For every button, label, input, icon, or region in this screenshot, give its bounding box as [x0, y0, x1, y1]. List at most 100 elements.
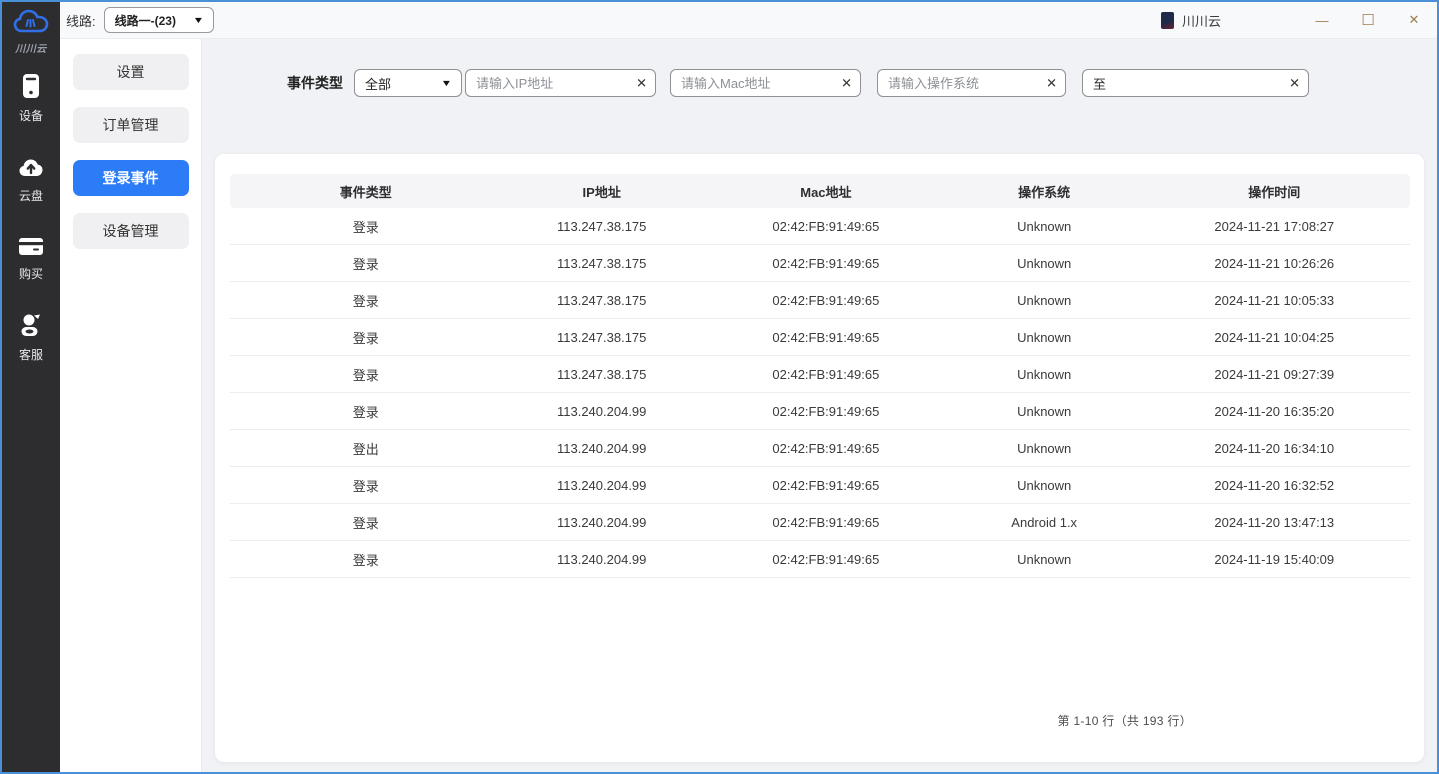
table-row: 登录 113.240.204.99 02:42:FB:91:49:65 Andr…: [230, 504, 1410, 541]
rail-item-label: 购买: [19, 265, 43, 282]
table-cell: 113.240.204.99: [501, 552, 702, 567]
table-cell: 2024-11-20 16:35:20: [1139, 404, 1410, 419]
app-window-icon: [1161, 12, 1174, 29]
event-type-label: 事件类型: [287, 73, 343, 93]
col-event-type: 事件类型: [230, 182, 501, 201]
titlebar: 线路: 线路一-(23) ▼ 川川云 — ☐ ✕: [60, 2, 1437, 39]
ip-input[interactable]: [465, 69, 656, 97]
table-cell: Unknown: [950, 404, 1139, 419]
table-cell: 02:42:FB:91:49:65: [702, 478, 950, 493]
rail-item-label: 设备: [19, 107, 43, 124]
table-cell: 2024-11-21 17:08:27: [1139, 219, 1410, 234]
window-title: 川川云: [1182, 11, 1221, 30]
sidebar-item-device-management[interactable]: 设备管理: [73, 213, 189, 249]
rail-item-label: 客服: [19, 346, 43, 363]
app-window: 川川云 设备 云: [0, 0, 1439, 774]
line-select-value: 线路一-(23): [115, 12, 176, 29]
table-row: 登录 113.247.38.175 02:42:FB:91:49:65 Unkn…: [230, 208, 1410, 245]
ip-filter-field: ✕: [465, 69, 656, 97]
table-cell: 113.240.204.99: [501, 478, 702, 493]
table-row: 登录 113.247.38.175 02:42:FB:91:49:65 Unkn…: [230, 282, 1410, 319]
col-os: 操作系统: [950, 182, 1139, 201]
line-select[interactable]: 线路一-(23) ▼: [104, 7, 214, 33]
logo-text: 川川云: [15, 40, 47, 55]
table-cell: 02:42:FB:91:49:65: [702, 219, 950, 234]
line-label: 线路:: [66, 11, 96, 30]
event-type-select[interactable]: 全部 ▼: [354, 69, 462, 97]
table-cell: Unknown: [950, 367, 1139, 382]
table-cell: 2024-11-21 10:26:26: [1139, 256, 1410, 271]
table-cell: Unknown: [950, 441, 1139, 456]
table-cell: 113.247.38.175: [501, 330, 702, 345]
table-cell: 2024-11-19 15:40:09: [1139, 552, 1410, 567]
credit-card-icon: [18, 235, 44, 262]
cloud-logo-icon: [13, 7, 49, 39]
table-cell: 2024-11-21 09:27:39: [1139, 367, 1410, 382]
table-card: 事件类型 IP地址 Mac地址 操作系统 操作时间 登录 113.247.38.…: [215, 154, 1424, 762]
table-cell: Unknown: [950, 330, 1139, 345]
rail-item-support[interactable]: 客服: [18, 313, 44, 363]
rail-item-label: 云盘: [19, 187, 43, 204]
chevron-down-icon: ▼: [441, 78, 453, 88]
table-cell: 113.247.38.175: [501, 293, 702, 308]
sidebar-item-orders[interactable]: 订单管理: [73, 107, 189, 143]
table-header: 事件类型 IP地址 Mac地址 操作系统 操作时间: [230, 174, 1410, 208]
rail-item-cloud-disk[interactable]: 云盘: [18, 155, 44, 204]
table-row: 登录 113.240.204.99 02:42:FB:91:49:65 Unkn…: [230, 467, 1410, 504]
support-icon: [18, 313, 44, 343]
table-cell: 2024-11-21 10:04:25: [1139, 330, 1410, 345]
date-input[interactable]: [1082, 69, 1309, 97]
table-cell: Unknown: [950, 219, 1139, 234]
table-cell: 登录: [230, 328, 501, 347]
minimize-button[interactable]: —: [1299, 2, 1345, 39]
col-mac: Mac地址: [702, 182, 950, 201]
mac-filter-field: ✕: [670, 69, 861, 97]
rail-item-purchase[interactable]: 购买: [18, 235, 44, 282]
table-cell: 2024-11-20 13:47:13: [1139, 515, 1410, 530]
table-cell: 113.247.38.175: [501, 219, 702, 234]
table-cell: 02:42:FB:91:49:65: [702, 256, 950, 271]
rail-item-devices[interactable]: 设备: [19, 73, 43, 124]
table-cell: 02:42:FB:91:49:65: [702, 441, 950, 456]
table-body: 登录 113.247.38.175 02:42:FB:91:49:65 Unkn…: [230, 208, 1410, 578]
clear-ip-icon[interactable]: ✕: [636, 77, 647, 90]
left-rail: 川川云 设备 云: [2, 2, 60, 772]
sidebar-item-settings[interactable]: 设置: [73, 54, 189, 90]
clear-mac-icon[interactable]: ✕: [841, 77, 852, 90]
clear-date-icon[interactable]: ✕: [1289, 77, 1300, 90]
table-cell: 02:42:FB:91:49:65: [702, 552, 950, 567]
events-table: 事件类型 IP地址 Mac地址 操作系统 操作时间 登录 113.247.38.…: [230, 174, 1410, 578]
table-cell: 113.240.204.99: [501, 515, 702, 530]
table-row: 登录 113.240.204.99 02:42:FB:91:49:65 Unkn…: [230, 541, 1410, 578]
chevron-down-icon: ▼: [192, 15, 204, 25]
app-logo: 川川云: [13, 7, 49, 55]
table-cell: 02:42:FB:91:49:65: [702, 404, 950, 419]
device-icon: [19, 73, 43, 104]
event-type-value: 全部: [365, 74, 391, 93]
table-cell: Unknown: [950, 552, 1139, 567]
maximize-button[interactable]: ☐: [1345, 2, 1391, 39]
table-cell: 113.240.204.99: [501, 404, 702, 419]
date-filter-field: ✕: [1082, 69, 1309, 97]
table-cell: 02:42:FB:91:49:65: [702, 293, 950, 308]
table-cell: Android 1.x: [950, 515, 1139, 530]
mac-input[interactable]: [670, 69, 861, 97]
table-cell: 02:42:FB:91:49:65: [702, 515, 950, 530]
clear-os-icon[interactable]: ✕: [1046, 77, 1057, 90]
table-cell: 登出: [230, 439, 501, 458]
table-cell: 113.240.204.99: [501, 441, 702, 456]
col-time: 操作时间: [1139, 182, 1410, 201]
close-button[interactable]: ✕: [1391, 2, 1437, 39]
table-cell: Unknown: [950, 478, 1139, 493]
os-input[interactable]: [877, 69, 1066, 97]
sidebar-item-login-events[interactable]: 登录事件: [73, 160, 189, 196]
table-cell: 登录: [230, 365, 501, 384]
os-filter-field: ✕: [877, 69, 1066, 97]
table-cell: Unknown: [950, 256, 1139, 271]
col-ip: IP地址: [501, 182, 702, 201]
table-cell: 02:42:FB:91:49:65: [702, 330, 950, 345]
table-cell: 113.247.38.175: [501, 256, 702, 271]
table-cell: 登录: [230, 254, 501, 273]
table-cell: Unknown: [950, 293, 1139, 308]
titlebar-right: 川川云 — ☐ ✕: [1161, 2, 1437, 38]
